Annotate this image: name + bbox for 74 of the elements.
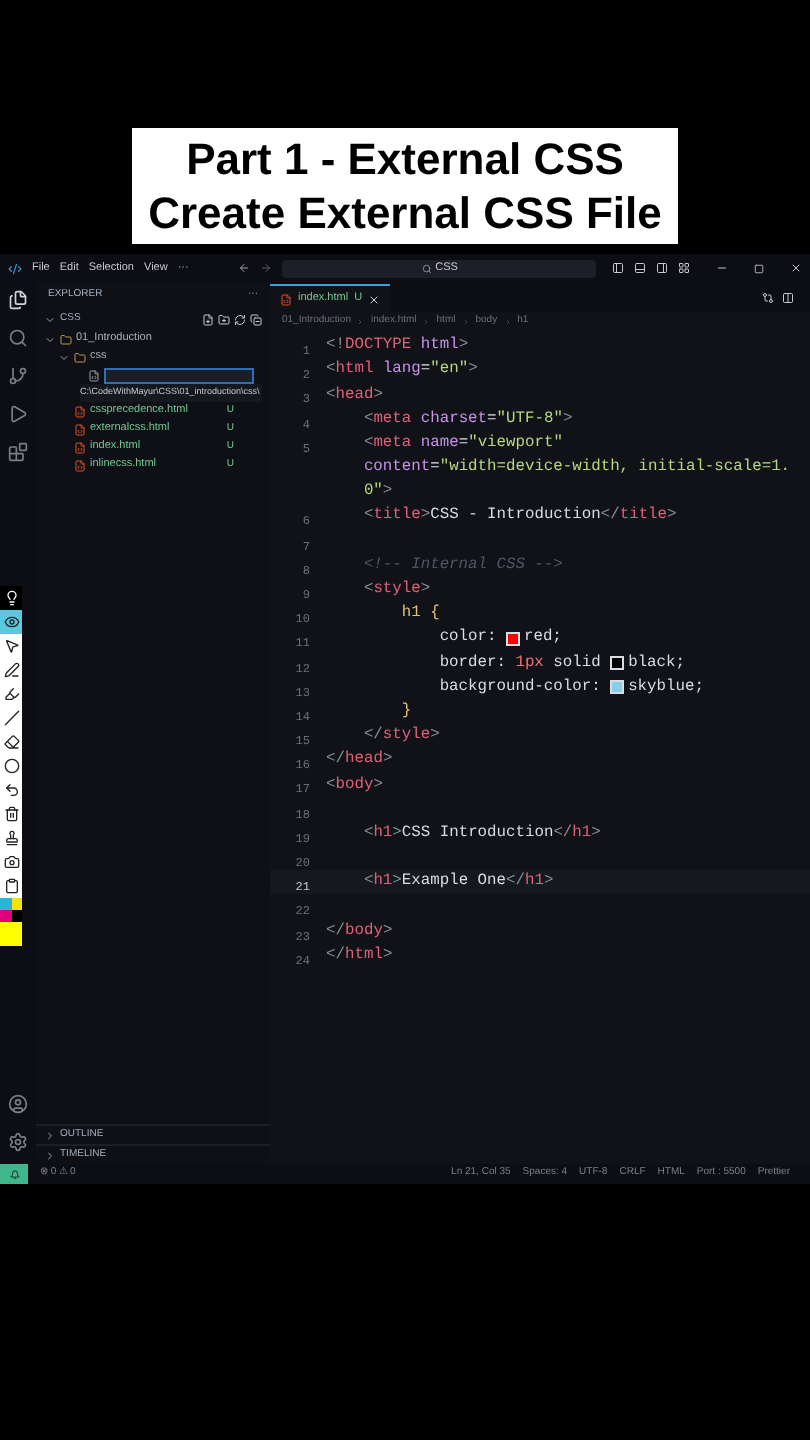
eye-icon [3, 614, 19, 630]
refresh-icon[interactable] [234, 314, 246, 326]
camera-icon [3, 854, 19, 870]
line-icon [3, 710, 19, 726]
extensions-icon[interactable] [8, 442, 28, 462]
folder-icon [74, 351, 86, 363]
annotation-tool[interactable] [0, 874, 22, 898]
compare-icon[interactable] [762, 292, 774, 304]
clipboard-icon [3, 878, 19, 894]
caption-text: Create External CSS File [148, 186, 662, 240]
stamp-icon [3, 830, 19, 846]
annotation-tool[interactable] [0, 802, 22, 826]
annotation-tool[interactable] [0, 850, 22, 874]
chevron-icon[interactable] [44, 1149, 56, 1161]
annotation-tool[interactable] [0, 730, 22, 754]
html-file-icon [74, 423, 86, 435]
panel-bottom-icon[interactable] [634, 262, 646, 274]
new-file-icon[interactable] [202, 314, 214, 326]
html-file-icon [74, 459, 86, 471]
settings-icon[interactable] [8, 1132, 28, 1152]
panel-left-icon[interactable] [612, 262, 624, 274]
html-file-icon [280, 293, 292, 305]
palette-color[interactable] [0, 922, 22, 946]
color-swatch[interactable] [505, 631, 520, 646]
annotation-tool[interactable] [0, 634, 22, 658]
chevron-icon[interactable] [44, 1129, 56, 1141]
chevron-icon[interactable] [58, 351, 70, 363]
palette-color[interactable] [11, 898, 22, 910]
branch-icon[interactable] [8, 366, 28, 386]
layout-icon[interactable] [678, 262, 690, 274]
files-icon[interactable] [8, 290, 28, 310]
chevron-icon[interactable] [44, 314, 56, 326]
annotation-tool[interactable] [0, 778, 22, 802]
pen-icon [3, 662, 19, 678]
annotation-tool[interactable] [0, 682, 22, 706]
annotation-tool[interactable] [0, 826, 22, 850]
search-icon[interactable] [8, 328, 28, 348]
lightbulb-icon [3, 590, 19, 606]
palette-color[interactable] [11, 910, 22, 922]
annotation-tool[interactable] [0, 658, 22, 682]
eraser-icon [3, 734, 19, 750]
maximize-icon[interactable] [754, 263, 764, 273]
file-icon [88, 369, 100, 381]
app-logo-icon [8, 261, 22, 275]
account-icon[interactable] [8, 1094, 28, 1114]
back-icon[interactable] [238, 262, 251, 274]
collapse-icon[interactable] [250, 314, 262, 326]
highlighter-icon [3, 686, 19, 702]
split-editor-icon[interactable] [782, 292, 794, 304]
folder-icon [60, 333, 72, 345]
undo-icon [3, 782, 19, 798]
caption-text: Part 1 - External CSS [186, 132, 624, 186]
minimize-icon[interactable] [716, 262, 728, 274]
pointer-icon [3, 638, 19, 654]
search-icon [421, 263, 432, 273]
annotation-tool[interactable] [0, 586, 22, 610]
html-file-icon [74, 405, 86, 417]
new-folder-icon[interactable] [218, 314, 230, 326]
color-swatch[interactable] [610, 656, 625, 671]
trash-icon [3, 806, 19, 822]
chevron-icon[interactable] [44, 333, 56, 345]
palette-color[interactable] [0, 910, 11, 922]
palette-color[interactable] [0, 898, 11, 910]
close-icon[interactable] [790, 262, 802, 274]
annotation-tool[interactable] [0, 754, 22, 778]
panel-right-icon[interactable] [656, 262, 668, 274]
run-icon[interactable] [8, 404, 28, 424]
new-file-name-field[interactable] [104, 367, 254, 383]
html-file-icon [74, 441, 86, 453]
close-icon[interactable] [368, 293, 381, 305]
color-swatch[interactable] [610, 680, 625, 695]
annotation-tool[interactable] [0, 706, 22, 730]
annotation-tool[interactable] [0, 610, 22, 634]
remote-button[interactable] [0, 1164, 28, 1184]
